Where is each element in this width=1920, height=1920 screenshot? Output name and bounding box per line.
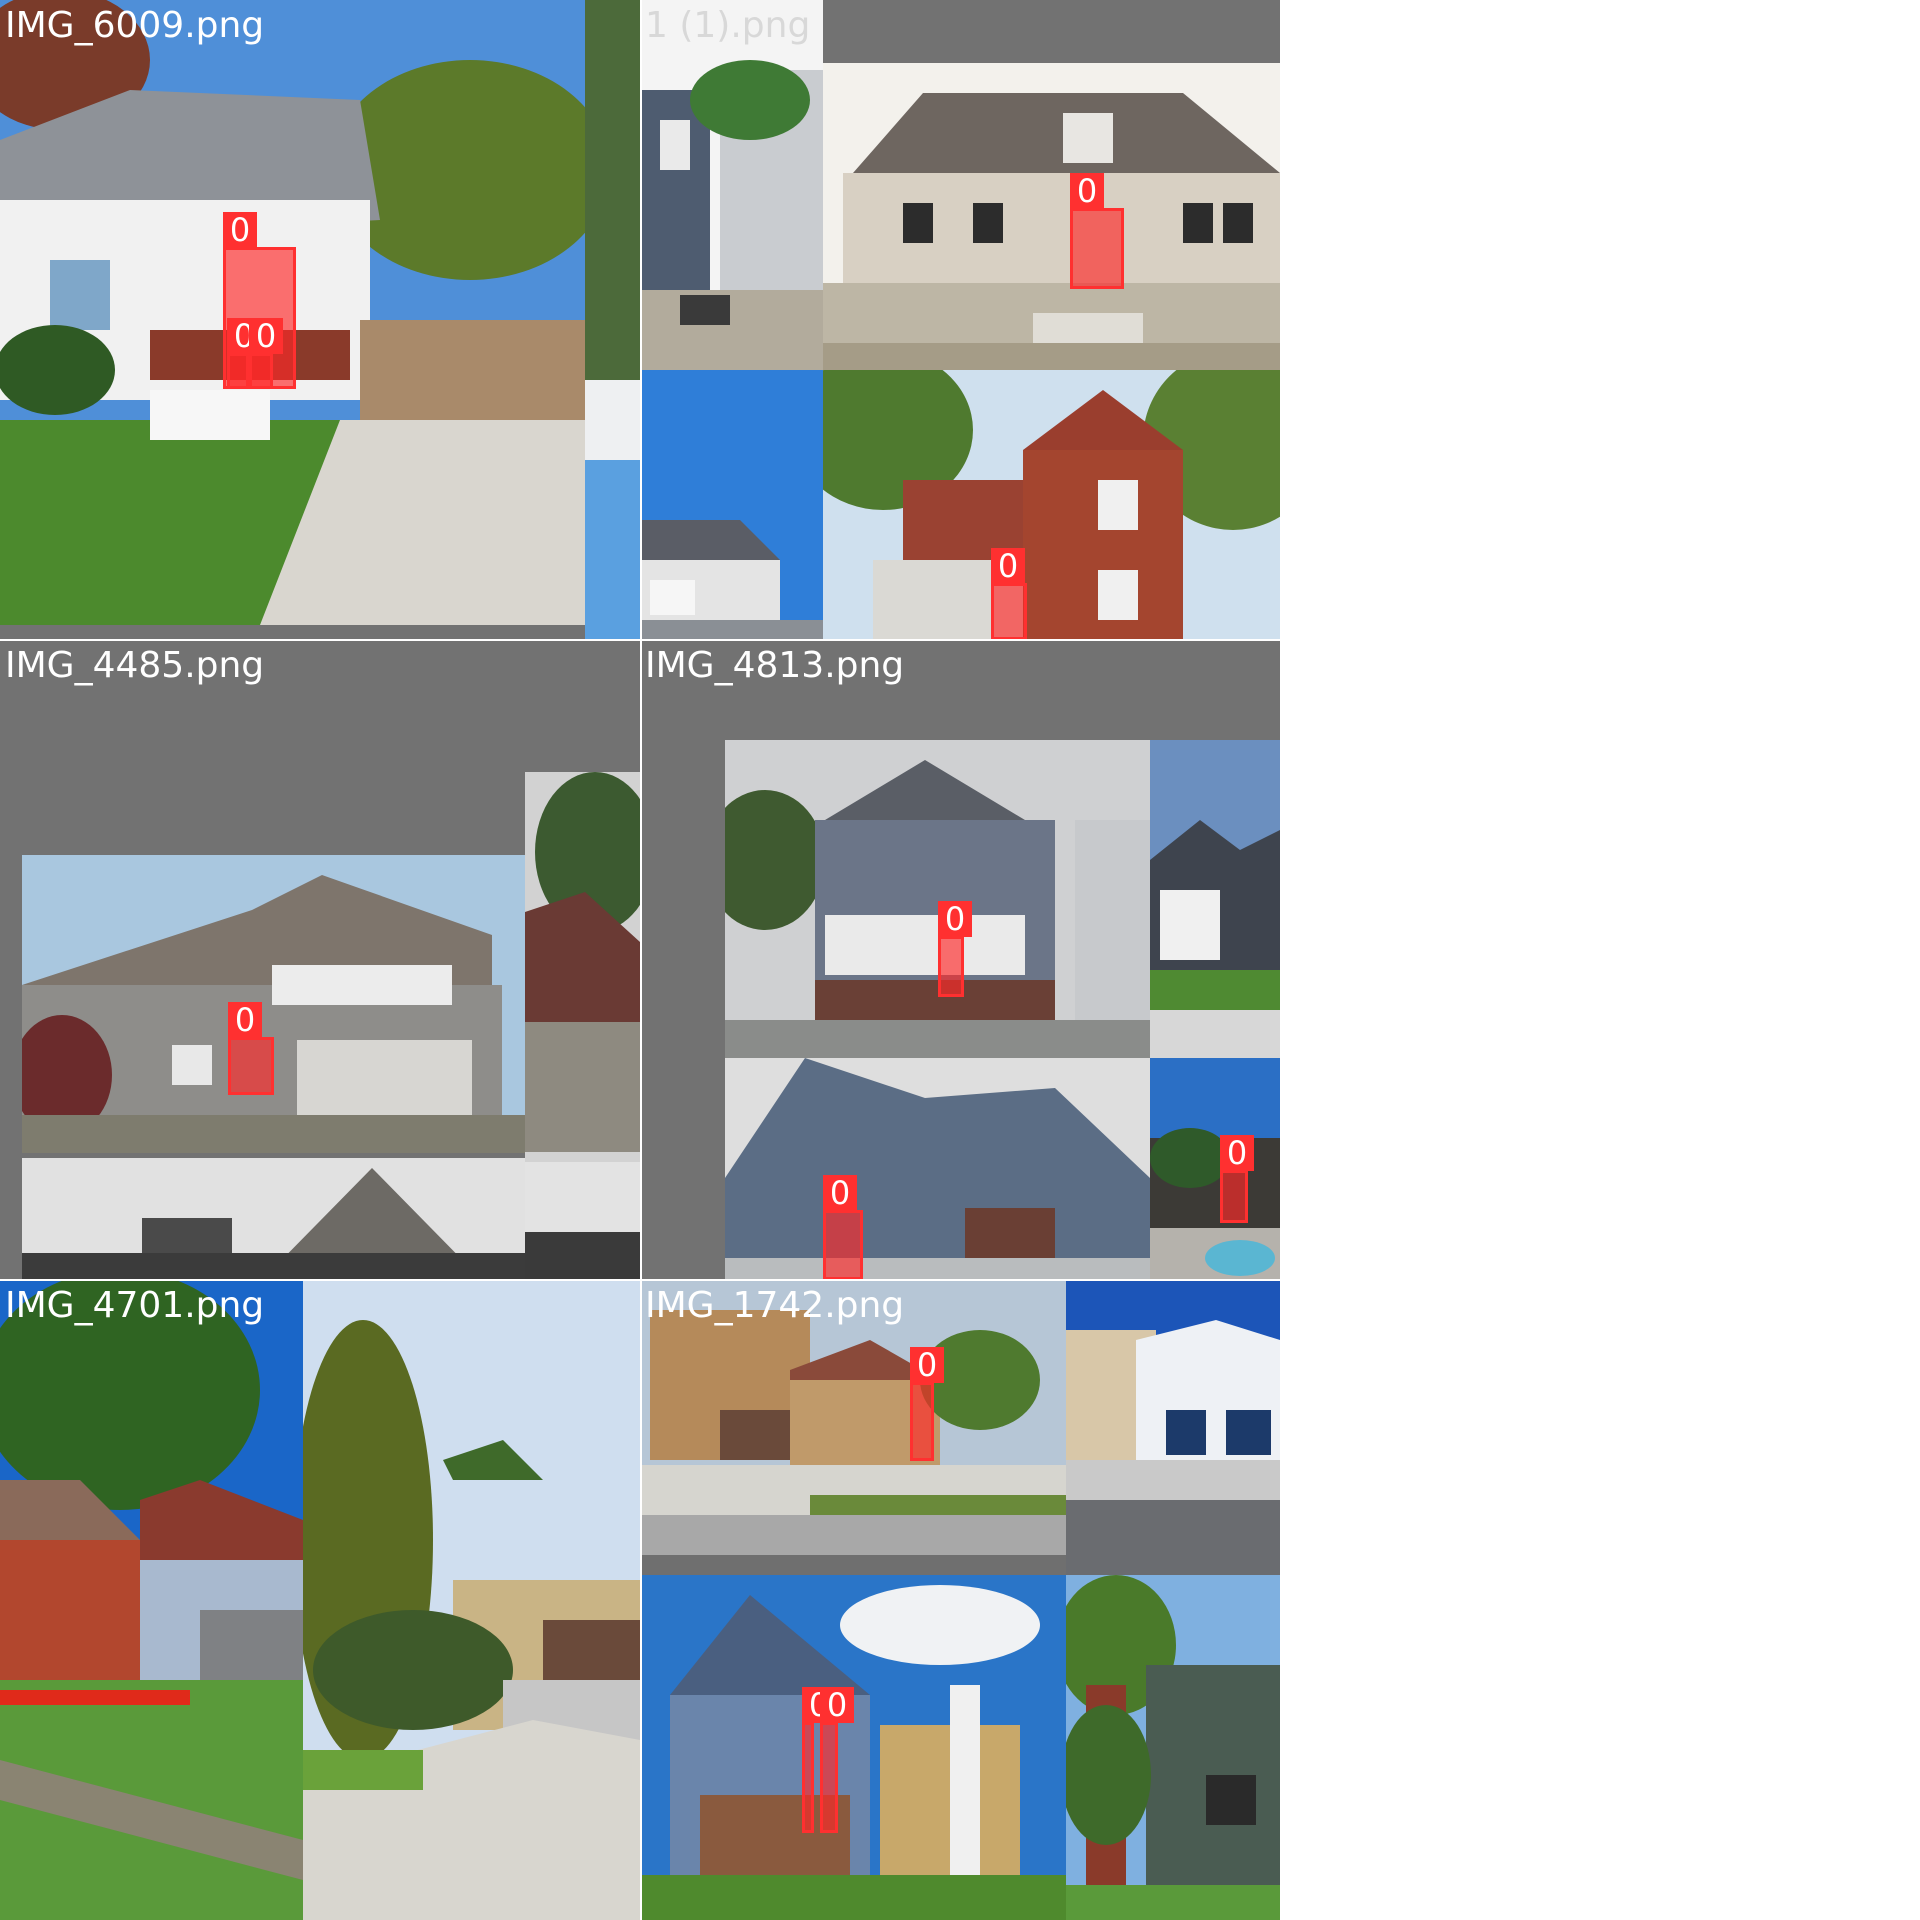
bounding-box: 0	[227, 318, 261, 389]
house-photo	[640, 0, 823, 370]
tile-1-1: 0 0 1 (1).png	[640, 0, 1280, 640]
house-photo	[640, 1575, 1066, 1920]
tile-filename: IMG_6009.png	[5, 5, 265, 46]
bounding-box: 0	[802, 1687, 836, 1833]
tile-filename: IMG_4485.png	[5, 645, 265, 686]
tile-img-1742: 0 0 0 IMG_1742.png	[640, 1280, 1280, 1920]
bounding-box: 0	[823, 1175, 863, 1280]
house-photo	[585, 0, 640, 640]
tile-filename: IMG_4701.png	[5, 1285, 265, 1326]
class-label: 0	[1220, 1135, 1254, 1171]
class-label: 0	[228, 1002, 262, 1038]
tile-img-6009: 0 0 0 IMG_6009.png	[0, 0, 640, 640]
house-photo	[22, 1158, 525, 1280]
tile-filename: IMG_4813.png	[645, 645, 905, 686]
class-label: 0	[991, 548, 1025, 584]
bounding-box: 0	[1070, 173, 1124, 289]
class-label: 0	[938, 901, 972, 937]
house-photo	[22, 855, 525, 1153]
grid-divider	[0, 1279, 1280, 1281]
house-photo	[1066, 1575, 1280, 1920]
bounding-box: 0	[938, 901, 972, 997]
bounding-box: 0	[991, 548, 1027, 640]
tile-filename: 1 (1).png	[645, 5, 811, 46]
house-photo	[640, 370, 823, 640]
class-label: 0	[249, 318, 283, 354]
house-photo	[1066, 1280, 1280, 1575]
grid-divider	[0, 639, 1280, 641]
house-photo	[725, 740, 1150, 1058]
tile-img-4813: 0 0 0 IMG_4813.png	[640, 640, 1280, 1280]
class-label: 0	[820, 1687, 854, 1723]
tile-img-4485: 0 IMG_4485.png	[0, 640, 640, 1280]
tile-filename: IMG_1742.png	[645, 1285, 905, 1326]
bounding-box: 0	[910, 1347, 944, 1461]
bounding-box: 0	[249, 318, 283, 389]
house-photo	[823, 63, 1280, 370]
detection-mosaic: 0 0 0 IMG_6009.png 0 0 1 (1).png 0 IMG_4…	[0, 0, 1280, 1920]
bounding-box: 0	[228, 1002, 274, 1095]
house-photo	[725, 1058, 1150, 1280]
house-photo	[823, 370, 1280, 640]
bounding-box: 0	[820, 1687, 854, 1833]
house-photo	[303, 1280, 640, 1920]
class-label: 0	[223, 212, 257, 248]
house-photo	[1150, 740, 1280, 1058]
class-label: 0	[1070, 173, 1104, 209]
house-photo	[525, 772, 640, 1280]
class-label: 0	[910, 1347, 944, 1383]
house-photo	[0, 1280, 303, 1920]
tile-img-4701: IMG_4701.png	[0, 1280, 640, 1920]
house-photo	[1150, 1058, 1280, 1280]
bounding-box: 0	[1220, 1135, 1254, 1223]
class-label: 0	[823, 1175, 857, 1211]
grid-divider	[640, 0, 642, 1920]
